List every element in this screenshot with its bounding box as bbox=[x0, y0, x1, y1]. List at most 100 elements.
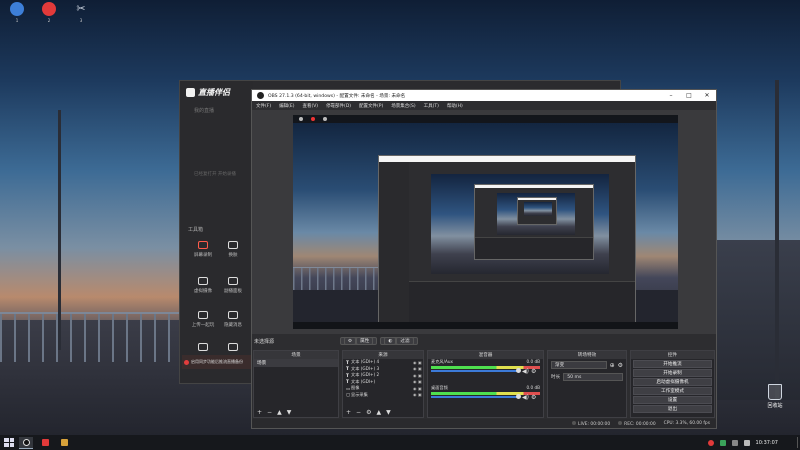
taskbar-live-helper-app[interactable] bbox=[38, 437, 52, 449]
tool-virtual-camera[interactable]: 虚拟摄像 bbox=[188, 277, 218, 294]
start-virtual-camera-button[interactable]: 启动虚拟摄像机 bbox=[633, 378, 712, 386]
tool-misc[interactable] bbox=[188, 343, 218, 351]
menu-scene-collection[interactable]: 场景集合(S) bbox=[391, 103, 415, 109]
duration-input[interactable]: 50 ms bbox=[563, 373, 623, 381]
gear-icon[interactable]: ⚙ bbox=[531, 368, 536, 375]
download-icon bbox=[228, 343, 238, 351]
nested-capture-2 bbox=[474, 184, 594, 260]
volume-slider[interactable] bbox=[431, 368, 521, 373]
tool-upload-play[interactable]: 上传一起玩 bbox=[188, 311, 218, 328]
taskbar-obs-app[interactable] bbox=[19, 436, 33, 449]
lock-icon[interactable]: ▣ bbox=[418, 373, 423, 378]
menu-file[interactable]: 文件(F) bbox=[256, 103, 271, 109]
maximize-button[interactable]: □ bbox=[680, 90, 698, 101]
menu-tools[interactable]: 工具(T) bbox=[424, 103, 439, 109]
start-streaming-button[interactable]: 开始推流 bbox=[633, 360, 712, 368]
controls-title: 控件 bbox=[631, 351, 714, 359]
network-icon[interactable] bbox=[731, 439, 738, 446]
move-down-icon[interactable]: ▼ bbox=[386, 409, 391, 416]
nested-preview bbox=[524, 202, 552, 216]
scenes-footer: + − ▲ ▼ bbox=[254, 408, 338, 417]
transition-select[interactable]: 渐变 bbox=[551, 361, 607, 369]
desktop-icon-2[interactable]: 2 bbox=[38, 2, 60, 23]
scene-item[interactable]: 场景 bbox=[254, 359, 338, 367]
preview-canvas[interactable] bbox=[293, 115, 678, 329]
obs-tray-icon[interactable] bbox=[707, 439, 714, 446]
lock-icon[interactable]: ▣ bbox=[418, 366, 423, 371]
recycle-bin-icon bbox=[768, 384, 782, 400]
volume-knob[interactable] bbox=[516, 394, 521, 399]
close-button[interactable]: ✕ bbox=[698, 90, 716, 101]
desktop-icon-1[interactable]: 1 bbox=[6, 2, 28, 23]
menu-help[interactable]: 帮助(H) bbox=[447, 103, 463, 109]
clock[interactable]: 10:37:07 bbox=[756, 440, 778, 446]
tool-download[interactable] bbox=[218, 343, 248, 351]
remove-source-icon[interactable]: − bbox=[356, 409, 361, 416]
source-item[interactable]: T 文本 (GDI+) 2 ◉ ▣ bbox=[343, 372, 423, 379]
lock-icon[interactable]: ▣ bbox=[418, 379, 423, 384]
add-transition-icon[interactable]: ⊕ bbox=[610, 362, 615, 369]
cpu-status: CPU: 3.3%, 60.00 fps bbox=[663, 421, 710, 426]
filter-icon: ◐ bbox=[384, 337, 397, 345]
alert-dot-icon bbox=[184, 359, 189, 365]
tool-skin[interactable]: 换肤 bbox=[218, 241, 248, 258]
lock-icon[interactable]: ▣ bbox=[418, 392, 423, 397]
taskbar-file-explorer-app[interactable] bbox=[57, 437, 71, 449]
mixer-track-desktop: 桌面音频 0.0 dB ◀) ⚙ bbox=[431, 385, 540, 401]
menu-profile[interactable]: 配置文件(P) bbox=[359, 103, 383, 109]
add-source-icon[interactable]: + bbox=[346, 409, 351, 416]
wallpaper-utility-pole bbox=[775, 80, 779, 410]
speaker-icon[interactable]: ◀) bbox=[522, 368, 529, 375]
start-button[interactable] bbox=[4, 438, 14, 447]
tool-hide-message[interactable]: 隐藏消息 bbox=[218, 311, 248, 328]
obs-window: OBS 27.1.3 (64-bit, windows) - 配置文件: 未命名… bbox=[251, 89, 717, 429]
tool-screen-record[interactable]: 屏幕录制 bbox=[188, 241, 218, 258]
gear-icon[interactable]: ⚙ bbox=[618, 362, 623, 369]
settings-button[interactable]: 设置 bbox=[633, 396, 712, 404]
source-settings-gear-icon[interactable]: ⚙ bbox=[366, 409, 371, 416]
nested-titlebar bbox=[475, 185, 593, 188]
minimize-button[interactable]: – bbox=[662, 90, 680, 101]
tool-co-host[interactable]: 副播面板 bbox=[218, 277, 248, 294]
obs-titlebar[interactable]: OBS 27.1.3 (64-bit, windows) - 配置文件: 未命名… bbox=[252, 90, 716, 101]
gear-icon[interactable]: ⚙ bbox=[531, 394, 536, 401]
volume-knob[interactable] bbox=[516, 368, 521, 373]
move-up-icon[interactable]: ▲ bbox=[376, 409, 381, 416]
menu-view[interactable]: 查看(V) bbox=[302, 103, 318, 109]
remove-scene-icon[interactable]: − bbox=[267, 409, 272, 416]
move-up-icon[interactable]: ▲ bbox=[277, 409, 282, 416]
studio-mode-button[interactable]: 工作室模式 bbox=[633, 387, 712, 395]
helper-nav-item[interactable]: 我的直播 bbox=[194, 107, 214, 114]
preview-taskbar bbox=[293, 322, 678, 329]
wallpaper-building bbox=[710, 240, 800, 400]
move-down-icon[interactable]: ▼ bbox=[287, 409, 292, 416]
helper-notice[interactable]: 启用同步功能后推流直播备份 bbox=[182, 355, 251, 369]
source-item[interactable]: ▭ 图像 ◉ ▣ bbox=[343, 385, 423, 392]
exit-button[interactable]: 退出 bbox=[633, 405, 712, 413]
desktop-icons: 1 2 ✂ 3 bbox=[6, 2, 92, 23]
speaker-icon[interactable]: ◀) bbox=[522, 394, 529, 401]
desktop-icon-3[interactable]: ✂ 3 bbox=[70, 2, 92, 23]
nested-panels bbox=[475, 237, 593, 259]
file-explorer-icon bbox=[60, 439, 68, 446]
source-item[interactable]: T 文本 (GDI+) 4 ◉ ▣ bbox=[343, 359, 423, 366]
properties-button[interactable]: ⚙ 属性 bbox=[340, 337, 378, 345]
volume-icon[interactable] bbox=[743, 439, 750, 446]
upload-play-icon bbox=[198, 311, 208, 319]
add-scene-icon[interactable]: + bbox=[257, 409, 262, 416]
captured-icon bbox=[323, 117, 327, 121]
preview-area bbox=[252, 110, 716, 334]
menu-docks[interactable]: 停靠部件(D) bbox=[326, 103, 351, 109]
co-host-icon bbox=[228, 277, 238, 285]
app-tray-icon[interactable] bbox=[719, 439, 726, 446]
helper-sidebar: 直播伴侣 我的直播 已经复打开 开始录播 工具箱 屏幕录制 换肤 虚拟摄像 副播… bbox=[180, 81, 253, 383]
lock-icon[interactable]: ▣ bbox=[418, 386, 423, 391]
menu-edit[interactable]: 编辑(E) bbox=[279, 103, 294, 109]
recycle-bin[interactable]: 回收站 bbox=[760, 384, 790, 409]
lock-icon[interactable]: ▣ bbox=[418, 360, 423, 365]
volume-slider[interactable] bbox=[431, 394, 521, 399]
filters-button[interactable]: ◐ 过滤 bbox=[380, 337, 418, 345]
source-item[interactable]: ▢ 显示采集 ◉ ▣ bbox=[343, 392, 423, 399]
start-recording-button[interactable]: 开始录制 bbox=[633, 369, 712, 377]
source-toolbar: ⚙ 属性 ◐ 过滤 bbox=[340, 337, 418, 345]
